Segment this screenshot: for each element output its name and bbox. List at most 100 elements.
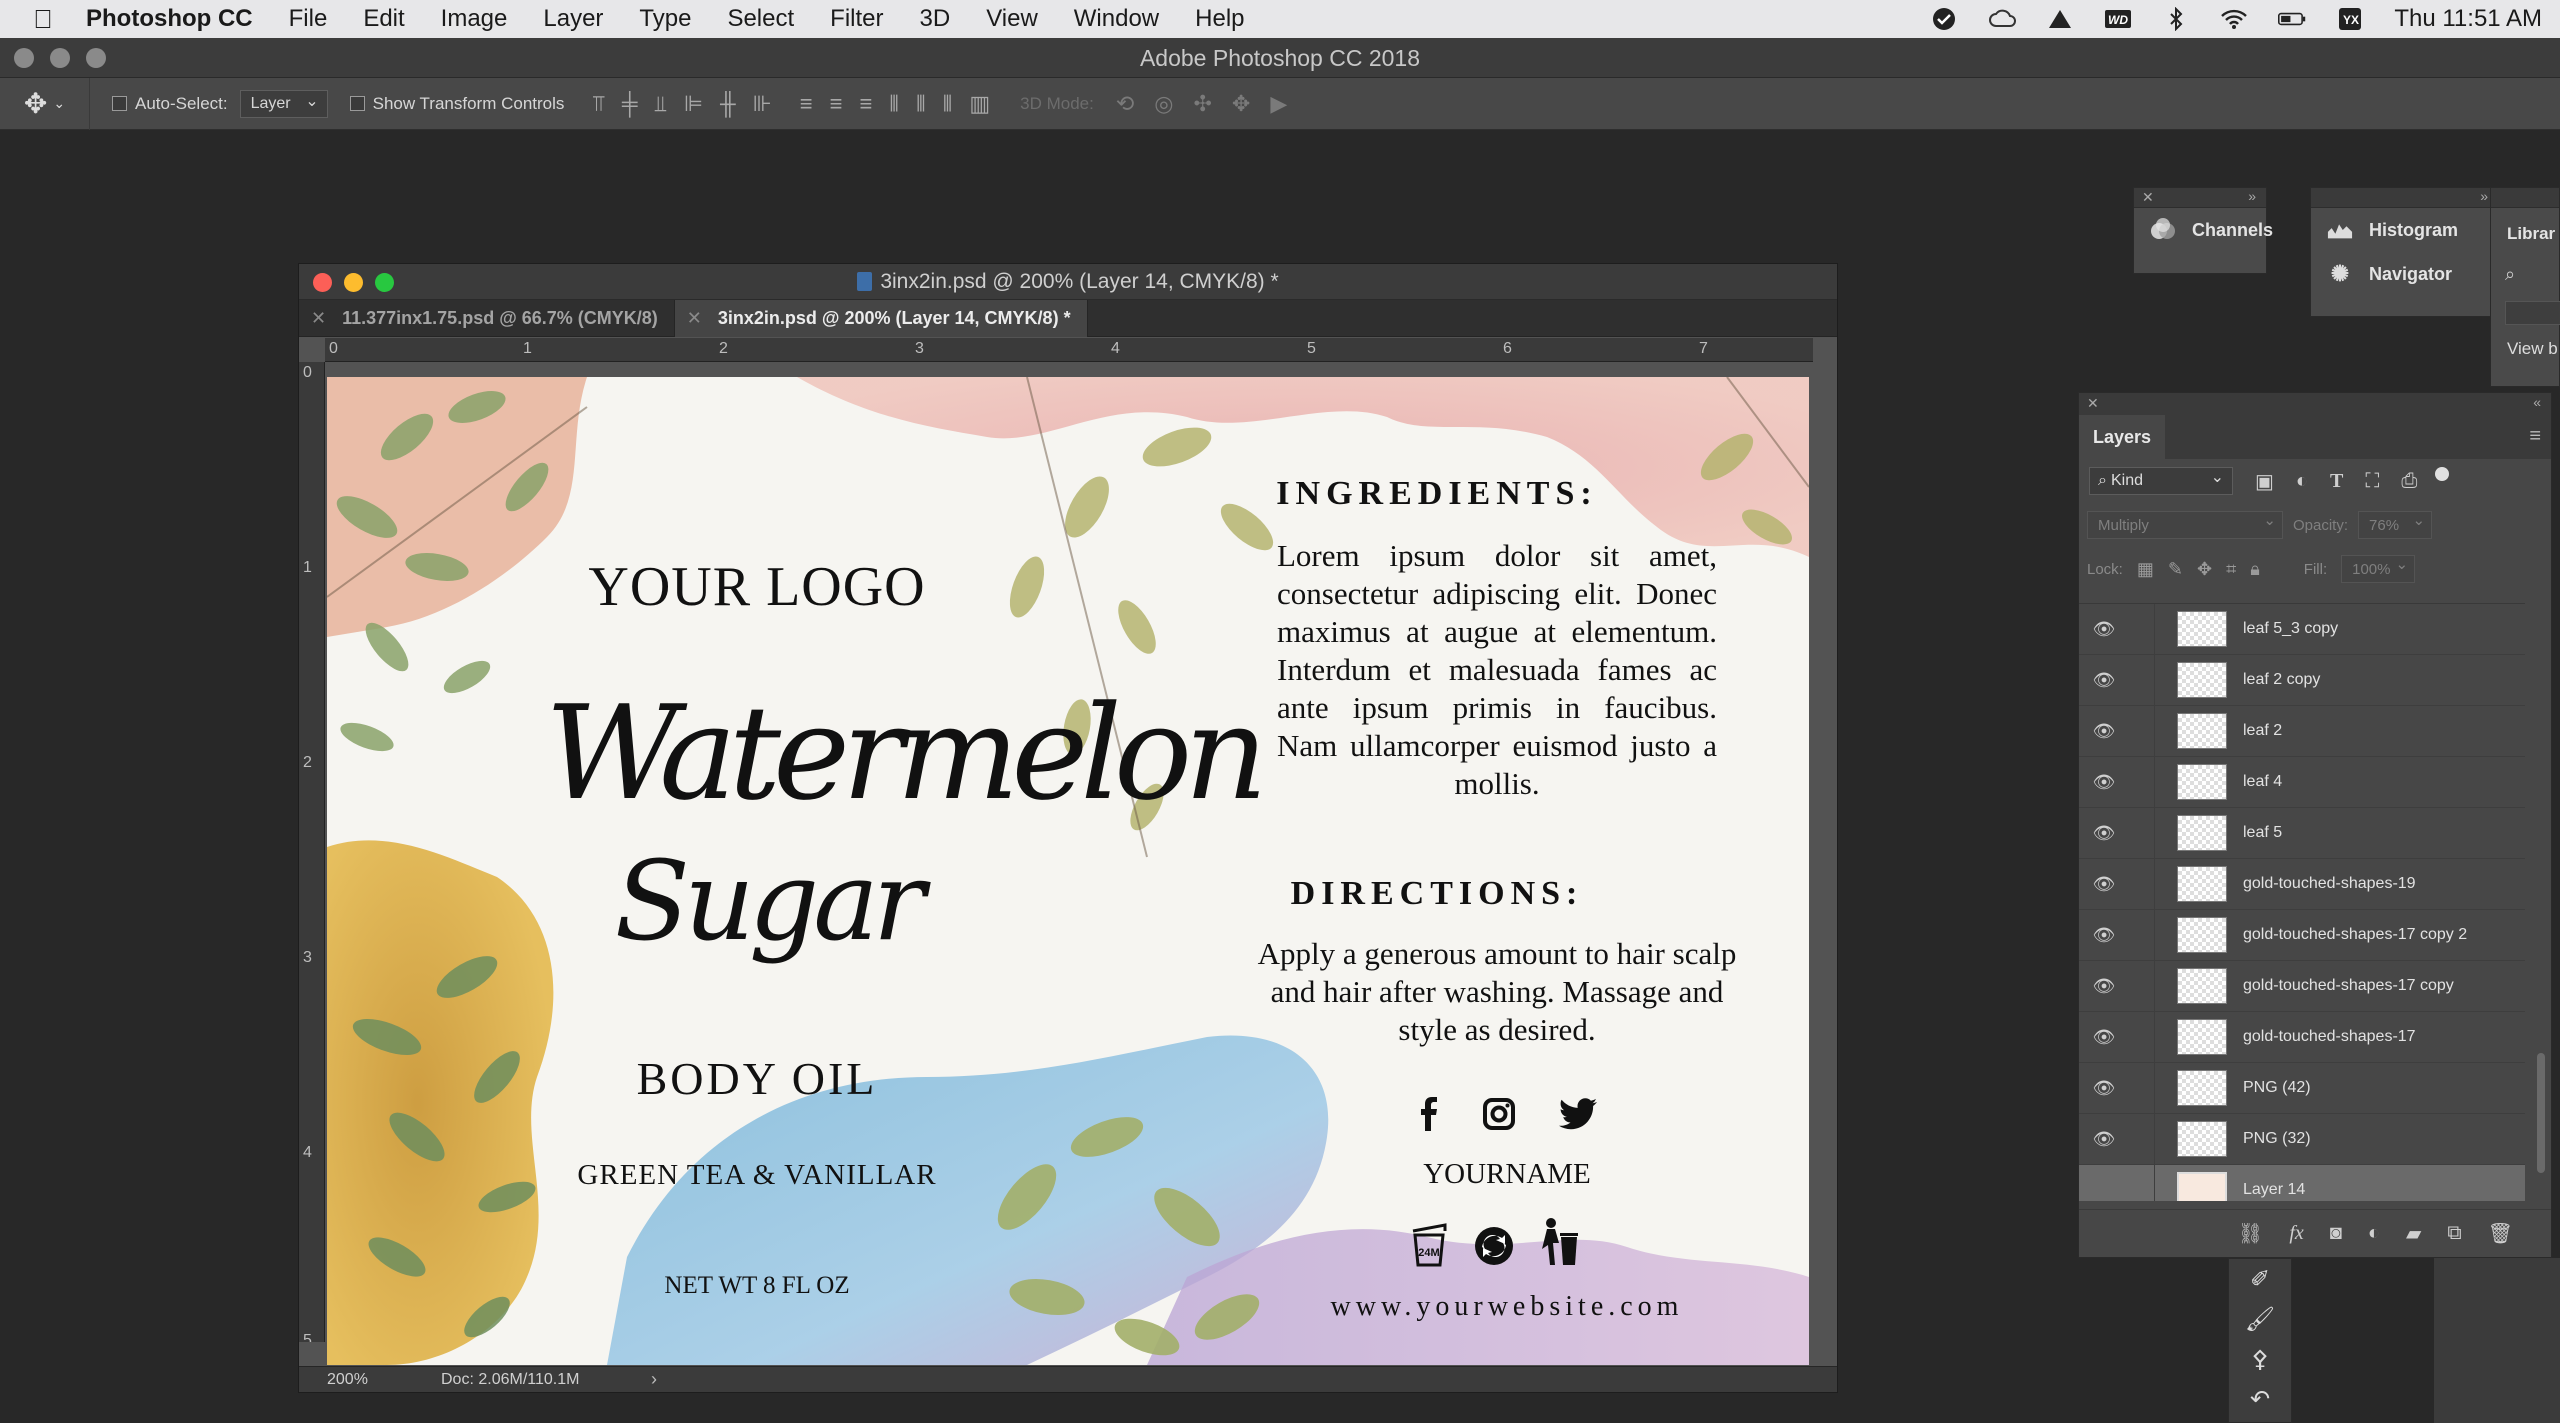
layer-row[interactable]: 👁︎ PNG (42) xyxy=(2079,1062,2525,1114)
layer-row[interactable]: 👁︎ gold-touched-shapes-19 xyxy=(2079,858,2525,910)
bluetooth-icon[interactable] xyxy=(2162,7,2190,31)
eye-icon[interactable]: 👁︎ xyxy=(2079,721,2129,742)
eye-icon[interactable]: 👁︎ xyxy=(2079,874,2129,895)
adjustment-filter-icon[interactable]: ◐ xyxy=(2296,470,2308,493)
align-hcenter-icon[interactable]: ╫ xyxy=(720,91,736,117)
menu-photoshop[interactable]: Photoshop CC xyxy=(86,5,271,33)
new-group-folder-icon[interactable]: ▰ xyxy=(2406,1221,2421,1246)
battery-icon[interactable] xyxy=(2278,7,2306,31)
close-panel-icon[interactable]: ✕ xyxy=(2142,189,2154,206)
eye-icon[interactable]: 👁︎ xyxy=(2079,619,2129,640)
collapse-panel-icon[interactable]: « xyxy=(2533,394,2541,410)
layer-row[interactable]: 👁︎ gold-touched-shapes-17 copy 2 xyxy=(2079,909,2525,961)
creative-cloud-icon[interactable] xyxy=(1988,7,2017,31)
align-bottom-icon[interactable]: ⫫ xyxy=(654,91,666,117)
align-vcenter-icon[interactable]: ╪ xyxy=(622,91,638,117)
layer-style-fx-icon[interactable]: fx xyxy=(2289,1222,2303,1245)
distribute-right-icon[interactable]: ⦀ xyxy=(943,91,953,117)
layers-scrollbar[interactable] xyxy=(2537,1053,2545,1173)
auto-select-target-dropdown[interactable]: Layer xyxy=(239,89,328,118)
align-top-icon[interactable]: ⫪ xyxy=(592,91,604,117)
document-canvas[interactable]: YOUR LOGO Watermelon Sugar BODY OIL GREE… xyxy=(327,377,1809,1365)
layer-row[interactable]: 👁︎ leaf 5 xyxy=(2079,807,2525,859)
align-right-icon[interactable]: ⊪ xyxy=(753,91,772,117)
vertical-ruler[interactable]: 0 1 2 3 4 5 xyxy=(299,362,325,1342)
eye-icon[interactable]: 👁︎ xyxy=(2079,1078,2129,1099)
channels-button[interactable]: Channels xyxy=(2134,208,2273,252)
layer-row[interactable]: 👁︎ leaf 5_3 copy xyxy=(2079,604,2525,655)
library-dropdown[interactable] xyxy=(2505,301,2560,325)
eye-icon[interactable]: 👁︎ xyxy=(2079,925,2129,946)
navigator-button[interactable]: ✺ Navigator xyxy=(2311,252,2498,296)
document-size-info[interactable]: Doc: 2.06M/110.1M xyxy=(427,1371,651,1389)
roll-3d-icon[interactable]: ◎ xyxy=(1154,91,1173,117)
show-transform-controls-checkbox[interactable] xyxy=(349,96,365,111)
layer-row[interactable]: 👁︎ PNG (32) xyxy=(2079,1113,2525,1165)
close-panel-icon[interactable]: ✕ xyxy=(2087,395,2099,412)
tab-11377inx175[interactable]: ✕ 11.377inx1.75.psd @ 66.7% (CMYK/8) xyxy=(299,300,675,337)
blend-mode-dropdown[interactable]: Multiply xyxy=(2087,511,2283,539)
distribute-top-icon[interactable]: ≡ xyxy=(800,91,813,117)
eye-icon[interactable]: 👁︎ xyxy=(2079,1027,2129,1048)
add-mask-icon[interactable]: ◙ xyxy=(2330,1222,2342,1245)
shape-filter-icon[interactable]: ⛶ xyxy=(2365,470,2379,493)
drive-icon[interactable] xyxy=(2046,7,2074,31)
trash-icon[interactable]: 🗑︎ xyxy=(2488,1221,2513,1246)
menu-3d[interactable]: 3D xyxy=(902,5,969,33)
menu-edit[interactable]: Edit xyxy=(345,5,422,33)
menu-window[interactable]: Window xyxy=(1056,5,1177,33)
align-left-icon[interactable]: ⊫ xyxy=(684,91,703,117)
link-layers-icon[interactable]: ⛓ xyxy=(2238,1221,2263,1246)
filter-kind-dropdown[interactable]: ⌕ Kind xyxy=(2089,467,2233,495)
search-icon[interactable]: ⌕ xyxy=(2505,264,2559,285)
menu-select[interactable]: Select xyxy=(709,5,812,33)
wd-icon[interactable]: WD xyxy=(2104,7,2132,31)
tab-layers[interactable]: Layers xyxy=(2079,415,2166,459)
layer-row[interactable]: 👁︎ gold-touched-shapes-17 xyxy=(2079,1011,2525,1063)
layer-row[interactable]: 👁︎ gold-touched-shapes-17 copy xyxy=(2079,960,2525,1012)
layer-row[interactable]: 👁︎ leaf 2 copy xyxy=(2079,654,2525,706)
menubar-clock[interactable]: Thu 11:51 AM xyxy=(2394,5,2542,33)
history-brush-tool-icon[interactable]: ↶ xyxy=(2229,1379,2291,1419)
eye-icon[interactable]: 👁︎ xyxy=(2079,823,2129,844)
eye-icon[interactable]: 👁︎ xyxy=(2079,976,2129,997)
lock-position-icon[interactable]: ✥ xyxy=(2197,559,2212,580)
healing-brush-tool-icon[interactable]: ✐ xyxy=(2229,1259,2291,1299)
eye-icon[interactable]: 👁︎ xyxy=(2079,670,2129,691)
collapse-panel-icon[interactable]: » xyxy=(2248,188,2256,204)
move-tool-preset-picker[interactable]: ✥ ⌄ xyxy=(0,77,90,130)
distribute-vcenter-icon[interactable]: ≡ xyxy=(830,91,843,117)
input-source-icon[interactable]: YX xyxy=(2336,7,2364,31)
auto-select-checkbox[interactable] xyxy=(112,96,127,111)
histogram-button[interactable]: Histogram xyxy=(2311,208,2498,252)
close-tab-icon[interactable]: ✕ xyxy=(311,308,326,329)
close-tab-icon[interactable]: ✕ xyxy=(687,308,702,329)
menu-filter[interactable]: Filter xyxy=(812,5,901,33)
checkmark-icon[interactable] xyxy=(1930,7,1958,31)
wifi-icon[interactable] xyxy=(2220,7,2248,31)
clone-stamp-tool-icon[interactable]: ⚴ xyxy=(2229,1339,2291,1379)
panel-menu-icon[interactable]: ≡ xyxy=(2529,425,2541,448)
opacity-field[interactable]: 76% xyxy=(2358,511,2433,539)
collapse-panel-icon[interactable]: » xyxy=(2480,188,2488,204)
lock-artboard-icon[interactable]: ⌗ xyxy=(2226,559,2236,580)
pan-3d-icon[interactable]: ✣ xyxy=(1193,91,1211,117)
distribute-left-icon[interactable]: ⦀ xyxy=(889,91,899,117)
distribute-bottom-icon[interactable]: ≡ xyxy=(859,91,872,117)
menu-type[interactable]: Type xyxy=(621,5,709,33)
new-adjustment-layer-icon[interactable]: ◐ xyxy=(2368,1222,2380,1245)
filter-toggle-switch[interactable] xyxy=(2435,467,2450,481)
eye-icon[interactable]: 👁︎ xyxy=(2079,772,2129,793)
auto-align-icon[interactable]: ▥ xyxy=(969,91,990,117)
menu-layer[interactable]: Layer xyxy=(525,5,621,33)
new-layer-icon[interactable]: ⧉ xyxy=(2447,1222,2461,1245)
menu-file[interactable]: File xyxy=(271,5,346,33)
lock-all-icon[interactable]: 🔒︎ xyxy=(2250,559,2260,580)
smart-object-filter-icon[interactable]: ⎙ xyxy=(2401,470,2417,493)
scale-3d-icon[interactable]: ▶ xyxy=(1270,91,1287,117)
slide-3d-icon[interactable]: ✥ xyxy=(1232,91,1250,117)
zoom-level-field[interactable]: 200% xyxy=(299,1371,427,1389)
layer-row[interactable]: 👁︎ leaf 4 xyxy=(2079,756,2525,808)
brush-tool-icon[interactable]: 🖌︎ xyxy=(2229,1299,2291,1339)
fill-field[interactable]: 100% xyxy=(2341,555,2416,583)
